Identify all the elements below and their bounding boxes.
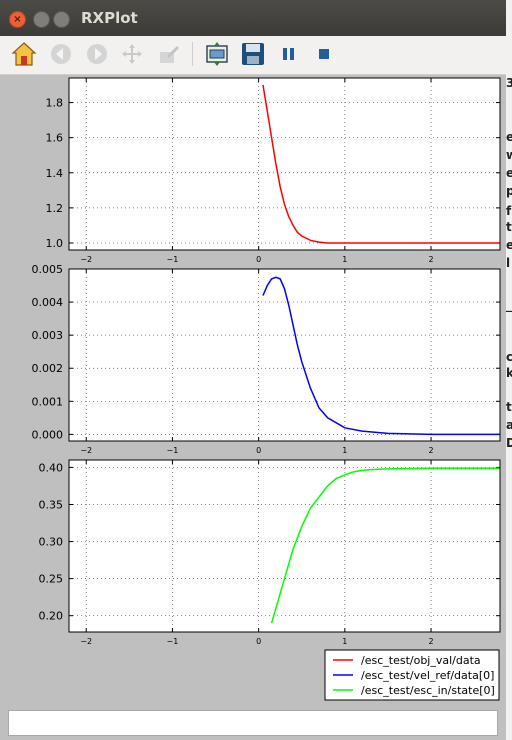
background-text-fragment: D bbox=[506, 436, 512, 450]
x-tick-label: 0 bbox=[256, 637, 261, 646]
plot-canvas[interactable]: −2 −1 0 1 2 1.0 1.2 1.4 1.6 1.8 −2 −1 0 1 2 0.000 0.001 0… bbox=[6, 75, 506, 705]
pan-button[interactable] bbox=[118, 40, 146, 68]
y-tick-label: 0.40 bbox=[39, 461, 64, 474]
axes-background bbox=[69, 460, 500, 632]
rxplot-window: × RXPlot −2 −1 0 1 2 1.0 1.2 1.4 1.6 1.8… bbox=[0, 0, 506, 740]
x-tick-label: 2 bbox=[428, 255, 433, 264]
forward-button[interactable] bbox=[83, 40, 111, 68]
plots-svg: −2 −1 0 1 2 1.0 1.2 1.4 1.6 1.8 −2 −1 0 1 2 0.000 0.001 0… bbox=[32, 77, 501, 701]
window-title: RXPlot bbox=[81, 9, 138, 27]
subplot-2: −2 −1 0 1 2 0.000 0.001 0.002 0.003 0.004 0.005 bbox=[32, 263, 501, 455]
minimize-window-button[interactable] bbox=[33, 11, 50, 28]
y-tick-label: 1.8 bbox=[46, 97, 64, 110]
axes-background bbox=[69, 78, 500, 250]
zoom-icon bbox=[160, 46, 179, 63]
y-tick-label: 0.002 bbox=[32, 362, 64, 375]
y-tick-label: 0.001 bbox=[32, 395, 64, 408]
x-tick-label: 2 bbox=[428, 446, 433, 455]
background-text-fragment: k bbox=[506, 366, 512, 380]
background-text-fragment: c bbox=[506, 350, 512, 364]
close-window-button[interactable]: × bbox=[9, 11, 26, 28]
stop-button[interactable] bbox=[310, 40, 338, 68]
y-tick-label: 0.005 bbox=[32, 263, 64, 276]
subplots-button[interactable] bbox=[203, 40, 231, 68]
x-tick-label: −1 bbox=[167, 255, 179, 264]
y-tick-label: 0.000 bbox=[32, 428, 64, 441]
forward-icon bbox=[87, 44, 107, 64]
subplot-1: −2 −1 0 1 2 1.0 1.2 1.4 1.6 1.8 bbox=[46, 77, 501, 264]
background-text-fragment: f bbox=[506, 204, 512, 218]
x-tick-label: 1 bbox=[342, 446, 347, 455]
background-text-fragment: w bbox=[506, 148, 512, 162]
x-tick-label: 2 bbox=[428, 637, 433, 646]
save-icon bbox=[242, 43, 264, 65]
y-tick-label: 1.6 bbox=[46, 132, 64, 145]
back-button[interactable] bbox=[47, 40, 75, 68]
pause-icon bbox=[283, 48, 294, 60]
legend-label: /esc_test/esc_in/state[0] bbox=[361, 684, 495, 697]
x-tick-label: −2 bbox=[80, 255, 92, 264]
background-text-fragment: l bbox=[506, 256, 511, 270]
legend: /esc_test/obj_val/data/esc_test/vel_ref/… bbox=[324, 649, 500, 701]
subplot-3: −2 −1 0 1 2 0.20 0.25 0.30 0.35 0.40 bbox=[39, 459, 501, 646]
x-tick-label: 0 bbox=[256, 446, 261, 455]
background-text-fragment: e bbox=[506, 238, 512, 252]
zoom-button[interactable] bbox=[155, 40, 183, 68]
x-tick-label: −2 bbox=[80, 637, 92, 646]
background-window-edge: 3 e w e p f t e l _ c k t a D bbox=[506, 0, 512, 740]
y-tick-label: 1.0 bbox=[46, 237, 64, 250]
title-bar[interactable]: × RXPlot bbox=[0, 0, 506, 36]
maximize-window-button[interactable] bbox=[53, 11, 70, 28]
y-tick-label: 0.30 bbox=[39, 536, 64, 549]
y-tick-label: 0.004 bbox=[32, 296, 64, 309]
background-text-fragment: t bbox=[506, 400, 512, 414]
subplots-icon bbox=[206, 42, 228, 66]
background-text-fragment: _ bbox=[506, 298, 512, 312]
y-tick-label: 1.2 bbox=[46, 202, 64, 215]
x-tick-label: −1 bbox=[167, 637, 179, 646]
back-icon bbox=[51, 44, 71, 64]
legend-label: /esc_test/vel_ref/data[0] bbox=[361, 669, 494, 682]
axes-background bbox=[69, 269, 500, 441]
background-text-fragment: e bbox=[506, 130, 512, 144]
background-text-fragment: a bbox=[506, 418, 512, 432]
close-icon: × bbox=[13, 14, 22, 25]
background-text-fragment: t bbox=[506, 220, 512, 234]
save-button[interactable] bbox=[239, 40, 267, 68]
x-tick-label: 1 bbox=[342, 637, 347, 646]
pan-icon bbox=[122, 44, 142, 64]
toolbar-separator bbox=[192, 42, 193, 66]
x-tick-label: 1 bbox=[342, 255, 347, 264]
x-tick-label: −2 bbox=[80, 446, 92, 455]
x-tick-label: −1 bbox=[167, 446, 179, 455]
background-text-fragment: e bbox=[506, 166, 512, 180]
y-tick-label: 1.4 bbox=[46, 167, 64, 180]
x-tick-label: 0 bbox=[256, 255, 261, 264]
stop-icon bbox=[319, 49, 329, 59]
home-icon bbox=[11, 42, 37, 66]
background-text-fragment: 3 bbox=[506, 76, 512, 90]
status-bar bbox=[8, 710, 498, 736]
pause-button[interactable] bbox=[275, 40, 303, 68]
toolbar bbox=[0, 36, 506, 75]
y-tick-label: 0.35 bbox=[39, 498, 64, 511]
legend-label: /esc_test/obj_val/data bbox=[361, 654, 481, 667]
home-button[interactable] bbox=[10, 40, 38, 68]
y-tick-label: 0.20 bbox=[39, 610, 64, 623]
y-tick-label: 0.003 bbox=[32, 329, 64, 342]
background-text-fragment: p bbox=[506, 184, 512, 198]
y-tick-label: 0.25 bbox=[39, 573, 64, 586]
